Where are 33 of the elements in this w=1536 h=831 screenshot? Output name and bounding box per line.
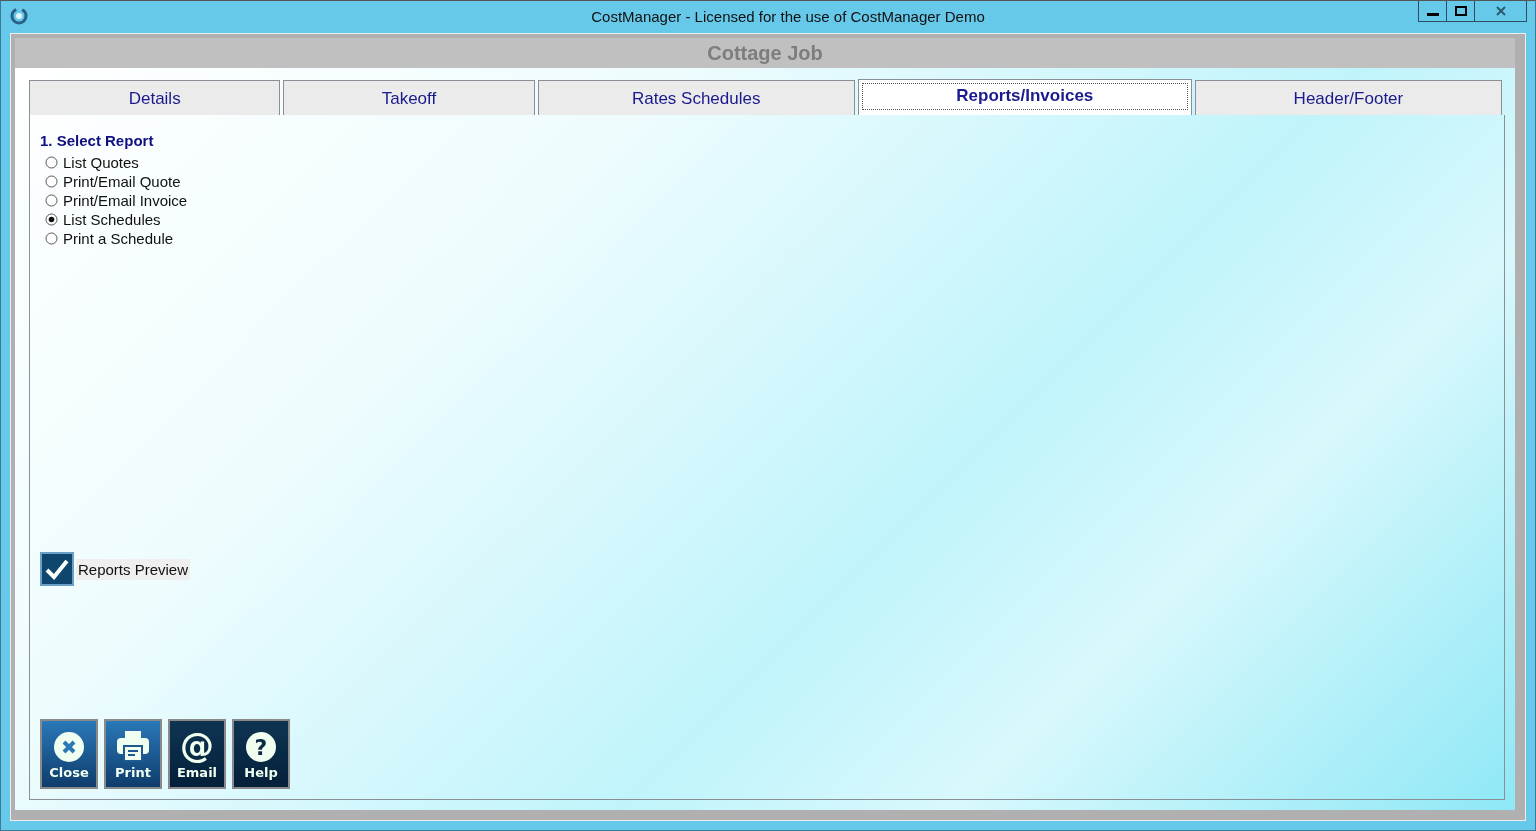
section-heading: 1. Select Report: [40, 132, 155, 149]
window-title: CostManager - Licensed for the use of CostManager Demo: [590, 7, 986, 25]
radio-label[interactable]: Print a Schedule: [63, 230, 174, 247]
close-icon: [1495, 6, 1506, 16]
close-icon: [54, 732, 84, 762]
help-icon: ?: [246, 732, 276, 762]
print-button[interactable]: Print: [104, 719, 162, 789]
radio-button[interactable]: [45, 232, 58, 245]
email-button[interactable]: @ Email: [168, 719, 226, 789]
printer-icon: [116, 730, 150, 762]
tab[interactable]: Rates Schedules: [537, 80, 855, 115]
tab[interactable]: Takeoff: [283, 80, 535, 115]
checkbox[interactable]: [40, 552, 74, 586]
tab[interactable]: Reports/Invoices: [857, 79, 1192, 115]
app-logo-icon: [10, 7, 28, 25]
at-sign-icon: @: [180, 728, 214, 762]
radio-button[interactable]: [45, 194, 58, 207]
radio-label[interactable]: Print/Email Invoice: [63, 192, 188, 209]
help-button[interactable]: ? Help: [232, 719, 290, 789]
tab[interactable]: Header/Footer: [1194, 80, 1502, 115]
job-title: Cottage Job: [707, 41, 823, 65]
minimize-icon: [1426, 13, 1439, 16]
radio-label[interactable]: List Schedules: [63, 211, 161, 228]
tab[interactable]: Details: [29, 80, 281, 115]
close-button[interactable]: Close: [40, 719, 98, 789]
checkbox-label[interactable]: Reports Preview: [76, 558, 191, 580]
checkmark-icon: [45, 558, 69, 580]
radio-button[interactable]: [45, 175, 58, 188]
radio-button[interactable]: [45, 156, 58, 169]
radio-label[interactable]: Print/Email Quote: [63, 173, 181, 190]
radio-label[interactable]: List Quotes: [63, 154, 139, 171]
radio-button[interactable]: [45, 213, 58, 226]
maximize-icon: [1454, 6, 1467, 16]
